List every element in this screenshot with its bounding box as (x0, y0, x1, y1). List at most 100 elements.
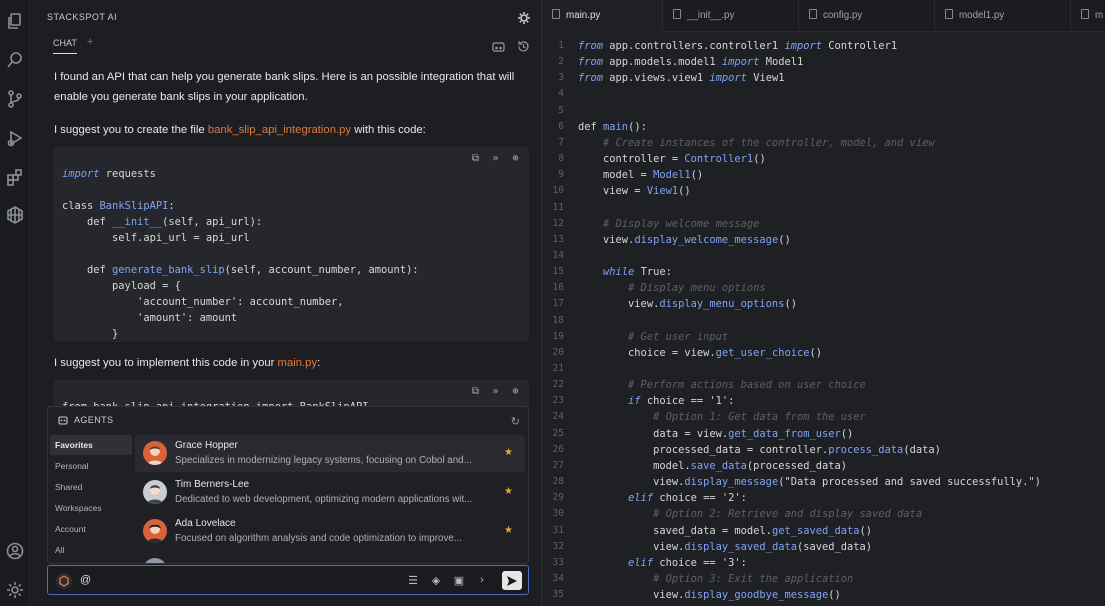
tab-chat[interactable]: CHAT (53, 38, 77, 54)
chat-input-value[interactable]: @ (80, 574, 91, 586)
code-editor: main.py __init__.py config.py model1.py … (541, 0, 1105, 606)
agent-category-workspaces[interactable]: Workspaces (50, 498, 132, 518)
line-number: 7 (558, 136, 564, 148)
copy-icon[interactable]: ⧉ (470, 153, 481, 164)
assistant-message: I suggest you to implement this code in … (54, 353, 534, 373)
code-line: class BankSlipAPI: (62, 200, 175, 212)
code-line: processed_data = controller.process_data… (578, 443, 941, 456)
line-number: 18 (552, 314, 564, 326)
workspace-icon[interactable]: ▣ (453, 574, 465, 587)
new-chat-button[interactable]: + (87, 36, 93, 54)
stack-icon[interactable]: ◈ (430, 574, 442, 587)
avatar (143, 480, 167, 504)
add-file-icon[interactable]: ⊕ (510, 386, 521, 397)
line-number: 19 (552, 330, 564, 342)
file-link[interactable]: main.py (278, 357, 318, 369)
message-text: with this code: (351, 124, 426, 136)
code-line: data = view.get_data_from_user() (578, 427, 854, 440)
line-number: 24 (552, 411, 564, 423)
message-text: I suggest you to implement this code in … (54, 357, 278, 369)
code-line: # Display menu options (628, 282, 766, 295)
code-line: # Option 2: Retrieve and display saved d… (653, 508, 923, 521)
code-line: elif choice == '3': (628, 556, 747, 569)
code-line: view.display_goodbye_message() (578, 589, 841, 602)
code-toolbar: ⧉ » ⊕ (470, 153, 521, 164)
list-icon[interactable]: ☰ (407, 574, 419, 587)
code-line: view.display_menu_options() (578, 298, 797, 311)
settings-icon[interactable] (4, 579, 26, 601)
code-line: from app.views.view1 import View1 (578, 72, 785, 85)
editor-code-area[interactable]: 1 from app.controllers.controller1 import… (542, 32, 1105, 606)
code-block: ⧉ » ⊕ import requests class BankSlipAPI:… (54, 147, 529, 342)
tab-label: config.py (823, 10, 863, 21)
tab-label: model1.py (959, 10, 1005, 21)
send-button[interactable] (502, 571, 522, 590)
source-control-icon[interactable] (4, 88, 26, 110)
chevron-right-icon[interactable]: › (476, 574, 488, 587)
chat-input[interactable]: @ ☰ ◈ ▣ › (47, 565, 529, 595)
line-number: 34 (552, 572, 564, 584)
agent-name: Ada Lovelace (175, 518, 236, 529)
line-number: 5 (558, 104, 564, 116)
run-debug-icon[interactable] (4, 127, 26, 149)
agent-item[interactable]: Tim Berners-Lee Dedicated to web develop… (135, 474, 525, 511)
tab-label: __init__.py (687, 10, 735, 21)
refresh-icon[interactable]: ↻ (511, 415, 520, 428)
star-icon[interactable]: ★ (504, 447, 513, 458)
stackspot-icon[interactable] (4, 204, 26, 226)
line-number: 13 (552, 233, 564, 245)
code-line: view.display_welcome_message() (578, 233, 791, 246)
star-icon[interactable]: ★ (504, 486, 513, 497)
agent-category-favorites[interactable]: Favorites (50, 435, 132, 455)
code-line: from app.models.model1 import Model1 (578, 56, 804, 69)
send-icon (507, 575, 517, 586)
tab-config-py[interactable]: config.py (799, 0, 935, 32)
code-line: view.display_saved_data(saved_data) (578, 540, 873, 553)
insert-icon[interactable]: » (490, 153, 501, 164)
tab-main-py[interactable]: main.py (542, 0, 663, 32)
knowledge-source-icon[interactable] (492, 40, 505, 53)
line-number: 20 (552, 346, 564, 358)
line-number: 2 (558, 56, 564, 68)
agent-category-shared[interactable]: Shared (50, 477, 132, 497)
search-icon[interactable] (4, 49, 26, 71)
file-icon (945, 9, 953, 19)
account-icon[interactable] (4, 540, 26, 562)
agent-item[interactable]: Grace Hopper Specializes in modernizing … (135, 435, 525, 472)
line-number: 4 (558, 88, 564, 100)
copy-icon[interactable]: ⧉ (470, 386, 481, 397)
history-icon[interactable] (517, 40, 530, 53)
tab-label: main.py (566, 10, 601, 21)
file-icon (673, 9, 681, 19)
agent-category-all[interactable]: All (50, 540, 132, 560)
add-file-icon[interactable]: ⊕ (510, 153, 521, 164)
star-icon[interactable]: ★ (504, 525, 513, 536)
agent-item[interactable] (135, 552, 525, 563)
line-number: 21 (552, 363, 564, 374)
code-line: } (62, 328, 119, 340)
agent-name: Tim Berners-Lee (175, 479, 250, 490)
activity-bar (0, 0, 30, 606)
editor-tabs: main.py __init__.py config.py model1.py … (542, 0, 1105, 32)
chat-tabs: CHAT + (53, 36, 93, 54)
agent-description: Dedicated to web development, optimizing… (175, 494, 473, 505)
tab-model1-py[interactable]: model1.py (935, 0, 1071, 32)
line-number: 30 (552, 508, 564, 520)
agent-item[interactable]: Ada Lovelace Focused on algorithm analys… (135, 513, 525, 550)
agent-category-account[interactable]: Account (50, 519, 132, 539)
code-line: import requests (62, 168, 156, 180)
agent-description: Focused on algorithm analysis and code o… (175, 533, 462, 544)
tab-init-py[interactable]: __init__.py (663, 0, 799, 32)
line-number: 16 (552, 282, 564, 294)
tab-overflow[interactable]: m (1071, 0, 1105, 32)
code-line: # Create instances of the controller, mo… (603, 136, 935, 149)
extensions-icon[interactable] (4, 166, 26, 188)
insert-icon[interactable]: » (490, 386, 501, 397)
agent-category-personal[interactable]: Personal (50, 456, 132, 476)
agents-popup: AGENTS ↻ Favorites Personal Shared Works… (47, 406, 529, 564)
file-link[interactable]: bank_slip_api_integration.py (208, 124, 351, 136)
explorer-icon[interactable] (4, 10, 26, 32)
gear-icon[interactable] (517, 11, 531, 25)
agent-icon (58, 416, 68, 425)
code-line: view.display_message("Data processed and… (578, 476, 1041, 489)
